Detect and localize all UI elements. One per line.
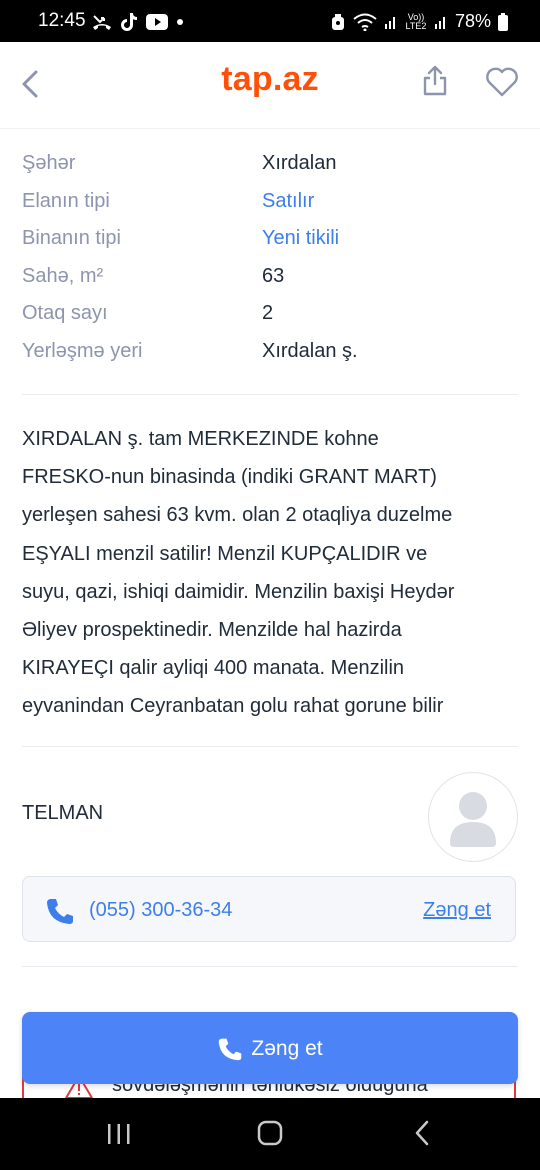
description-line: EŞYALI menzil satilir! Menzil KUPÇALIDIR… bbox=[22, 542, 428, 565]
signal-icon bbox=[384, 16, 395, 29]
property-value: 63 bbox=[262, 264, 285, 287]
system-back-button[interactable] bbox=[412, 1119, 432, 1147]
property-value: Xırdalan bbox=[262, 152, 337, 174]
battery-percent: 78% bbox=[454, 11, 491, 31]
signal-icon-2 bbox=[434, 16, 445, 29]
description-line: XIRDALAN ş. tam MERKEZINDE kohne bbox=[22, 428, 379, 450]
notification-dot-icon bbox=[177, 19, 183, 25]
property-label: Şəhər bbox=[22, 152, 76, 174]
property-list: Şəhər Xırdalan Elanın tipi Satılır Binan… bbox=[22, 146, 518, 372]
missed-call-icon bbox=[93, 15, 111, 30]
property-label: Sahə, m² bbox=[22, 264, 104, 287]
property-value-link[interactable]: Yeni tikili bbox=[262, 227, 339, 250]
share-icon bbox=[423, 65, 447, 96]
property-label: Otaq sayı bbox=[22, 302, 108, 325]
recents-button[interactable] bbox=[106, 1122, 132, 1146]
avatar[interactable] bbox=[428, 772, 518, 862]
favorite-button[interactable] bbox=[484, 66, 520, 98]
divider bbox=[22, 966, 518, 967]
network-label: Vo)) LTE2 bbox=[405, 11, 427, 31]
seller-name[interactable]: TELMAN bbox=[22, 802, 103, 825]
description-line: eyvanindan Ceyranbatan golu rahat gorune… bbox=[22, 695, 444, 718]
call-button[interactable]: Zəng et bbox=[22, 1012, 518, 1084]
description-line: KIRAYEÇI qalir ayliqi 400 manata. Menzil… bbox=[22, 657, 405, 680]
tiktok-icon bbox=[121, 13, 137, 31]
share-button[interactable] bbox=[420, 64, 450, 98]
phone-icon bbox=[219, 1038, 242, 1061]
property-row-building-type: Binanın tipi Yeni tikili bbox=[22, 221, 518, 259]
property-row-location: Yerləşmə yeri Xırdalan ş. bbox=[22, 334, 518, 372]
property-label: Yerləşmə yeri bbox=[22, 339, 143, 362]
property-row-city: Şəhər Xırdalan bbox=[22, 146, 518, 184]
battery-icon bbox=[498, 12, 508, 31]
home-button[interactable] bbox=[257, 1120, 283, 1146]
alarm-icon bbox=[331, 13, 344, 30]
description-line: yerleşen sahesi 63 kvm. olan 2 otaqliya … bbox=[22, 504, 453, 527]
description-line: Əliyev prospektinedir. Menzilde hal hazi… bbox=[22, 619, 402, 642]
property-value: Xırdalan ş. bbox=[262, 339, 358, 362]
system-nav-bar bbox=[0, 1098, 540, 1170]
phone-icon bbox=[47, 899, 73, 924]
wifi-icon bbox=[353, 13, 377, 31]
logo[interactable]: tap.az bbox=[0, 60, 540, 99]
youtube-icon bbox=[146, 14, 168, 30]
recents-icon bbox=[108, 1124, 130, 1144]
description-line: suyu, qazi, ishiqi daimidir. Menzilin ba… bbox=[22, 580, 455, 603]
phone-number[interactable]: (055) 300-36-34 bbox=[89, 899, 232, 922]
property-value: 2 bbox=[262, 302, 274, 325]
property-label: Binanın tipi bbox=[22, 227, 121, 250]
property-value-link[interactable]: Satılır bbox=[262, 190, 314, 213]
divider bbox=[22, 394, 518, 395]
user-icon bbox=[450, 792, 496, 847]
divider bbox=[22, 746, 518, 747]
call-link[interactable]: Zəng et bbox=[423, 899, 491, 922]
property-row-rooms: Otaq sayı 2 bbox=[22, 296, 518, 334]
status-bar: 12:45 Vo)) LTE2 78% bbox=[0, 0, 540, 42]
property-label: Elanın tipi bbox=[22, 189, 110, 212]
description-line: FRESKO-nun binasinda (indiki GRANT MART) bbox=[22, 466, 437, 489]
phone-box: (055) 300-36-34 Zəng et bbox=[22, 876, 516, 942]
back-icon bbox=[415, 1120, 429, 1146]
status-time: 12:45 bbox=[38, 10, 86, 31]
property-row-area: Sahə, m² 63 bbox=[22, 259, 518, 297]
property-row-listing-type: Elanın tipi Satılır bbox=[22, 184, 518, 222]
heart-icon bbox=[486, 67, 518, 97]
app-bar: tap.az bbox=[0, 42, 540, 129]
listing-description: XIRDALAN ş. tam MERKEZINDE kohne FRESKO-… bbox=[22, 420, 522, 726]
home-icon bbox=[257, 1120, 283, 1146]
call-button-label: Zəng et bbox=[251, 1037, 323, 1060]
